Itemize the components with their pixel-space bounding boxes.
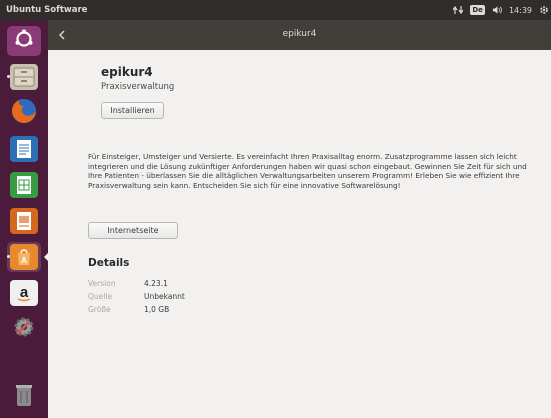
running-indicator — [7, 255, 10, 258]
detail-value: Unbekannt — [144, 292, 185, 301]
document-writer-icon — [10, 136, 38, 162]
app-name: epikur4 — [101, 65, 153, 79]
detail-row-source: Quelle Unbekannt — [88, 292, 185, 301]
launcher-trash[interactable] — [7, 382, 41, 412]
system-menu-gear-icon[interactable] — [539, 5, 549, 15]
launcher-writer[interactable] — [7, 134, 41, 164]
detail-row-size: Größe 1,0 GB — [88, 305, 169, 314]
details-heading: Details — [88, 257, 130, 269]
running-indicator — [7, 75, 10, 78]
detail-value: 1,0 GB — [144, 305, 170, 314]
ubuntu-logo-icon — [13, 28, 35, 54]
launcher: A a — [0, 20, 48, 418]
app-header-bar: epikur4 — [48, 20, 551, 50]
clock[interactable]: 14:39 — [509, 6, 532, 15]
keyboard-layout-indicator[interactable]: De — [470, 5, 485, 15]
amazon-icon: a — [10, 280, 38, 306]
software-center-icon: A — [10, 244, 38, 270]
header-title: epikur4 — [282, 29, 317, 39]
presentation-impress-icon — [10, 208, 38, 234]
launcher-impress[interactable] — [7, 206, 41, 236]
launcher-firefox[interactable] — [7, 98, 41, 128]
website-button[interactable]: Internetseite — [88, 222, 178, 239]
app-description: Für Einsteiger, Umsteiger und Versierte.… — [88, 152, 527, 190]
svg-text:a: a — [20, 284, 29, 301]
launcher-amazon[interactable]: a — [7, 278, 41, 308]
file-cabinet-icon — [10, 64, 38, 90]
app-summary: Praxisverwaltung — [101, 82, 175, 92]
launcher-ubuntu-dash[interactable] — [7, 26, 41, 56]
firefox-icon — [10, 97, 38, 129]
install-button[interactable]: Installieren — [101, 102, 164, 119]
spreadsheet-calc-icon — [10, 172, 38, 198]
detail-label: Quelle — [88, 292, 113, 301]
svg-text:A: A — [21, 256, 27, 265]
active-app-title: Ubuntu Software — [6, 5, 88, 15]
launcher-calc[interactable] — [7, 170, 41, 200]
network-icon[interactable] — [453, 5, 464, 15]
volume-icon[interactable] — [492, 5, 502, 15]
system-settings-icon — [11, 314, 37, 344]
indicator-area: De 14:39 — [453, 3, 549, 17]
launcher-settings[interactable] — [7, 314, 41, 344]
launcher-files[interactable] — [7, 62, 41, 92]
detail-value: 4.23.1 — [144, 279, 168, 288]
detail-label: Version — [88, 279, 116, 288]
app-details-page: epikur4 Praxisverwaltung Installieren Fü… — [48, 50, 551, 418]
detail-label: Größe — [88, 305, 111, 314]
launcher-software-center[interactable]: A — [7, 242, 48, 272]
trash-icon — [14, 383, 34, 411]
top-panel: Ubuntu Software De 14:39 — [0, 0, 551, 20]
detail-row-version: Version 4.23.1 — [88, 279, 168, 288]
